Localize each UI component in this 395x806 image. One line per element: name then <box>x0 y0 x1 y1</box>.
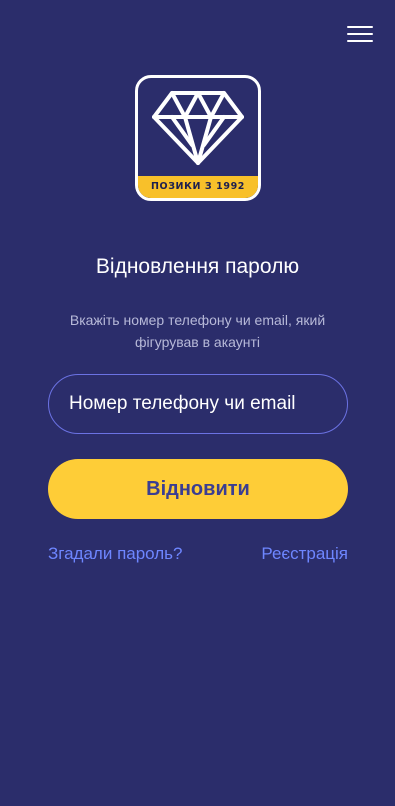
logo-tagline: ПОЗИКИ З 1992 <box>138 176 258 198</box>
diamond-icon <box>152 91 244 165</box>
contact-input-container <box>48 374 348 434</box>
brand-logo: ПОЗИКИ З 1992 <box>135 75 261 201</box>
restore-button[interactable]: Відновити <box>48 459 348 519</box>
register-link[interactable]: Реєстрація <box>261 544 348 564</box>
phone-or-email-input[interactable] <box>49 375 347 433</box>
hamburger-menu-icon-line <box>347 33 373 35</box>
menu-button[interactable] <box>347 24 373 44</box>
remembered-password-link[interactable]: Згадали пароль? <box>48 544 183 564</box>
page-title: Відновлення паролю <box>95 255 300 278</box>
page-subtitle: Вкажіть номер телефону чи email, який фі… <box>69 312 326 350</box>
hamburger-menu-icon-line <box>347 40 373 42</box>
hamburger-menu-icon-line <box>347 26 373 28</box>
